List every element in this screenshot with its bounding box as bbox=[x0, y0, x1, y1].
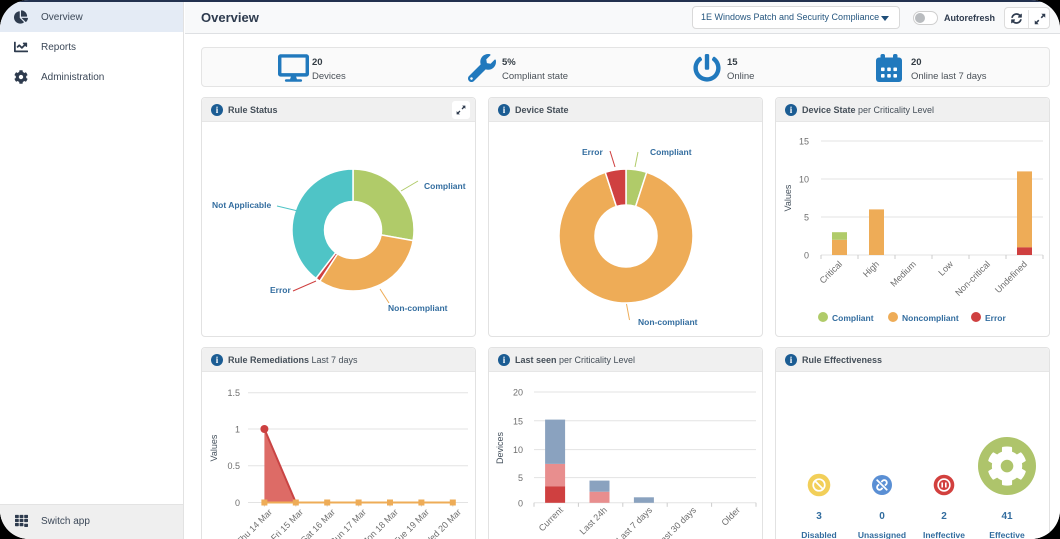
svg-text:Last 24h: Last 24h bbox=[578, 505, 609, 536]
svg-text:Error: Error bbox=[270, 285, 291, 295]
svg-text:Ineffective: Ineffective bbox=[923, 530, 965, 539]
svg-text:Values: Values bbox=[209, 434, 219, 461]
svg-text:Low: Low bbox=[936, 259, 955, 278]
svg-text:2: 2 bbox=[941, 511, 947, 522]
svg-text:Effective: Effective bbox=[989, 530, 1025, 539]
svg-text:10: 10 bbox=[513, 445, 523, 455]
svg-text:Non-critical: Non-critical bbox=[953, 259, 992, 298]
svg-text:Thu 14 Mar: Thu 14 Mar bbox=[234, 507, 274, 539]
svg-text:10: 10 bbox=[799, 175, 809, 185]
svg-text:Compliant: Compliant bbox=[424, 181, 466, 191]
svg-text:5: 5 bbox=[804, 213, 809, 223]
svg-text:Non-compliant: Non-compliant bbox=[388, 303, 448, 313]
svg-text:Last 7 days: Last 7 days bbox=[614, 505, 654, 539]
svg-text:Fri 15 Mar: Fri 15 Mar bbox=[269, 507, 305, 539]
svg-text:Last 30 days: Last 30 days bbox=[655, 505, 699, 539]
svg-text:15: 15 bbox=[799, 137, 809, 147]
svg-text:Medium: Medium bbox=[888, 259, 918, 289]
svg-text:Devices: Devices bbox=[495, 431, 505, 464]
svg-text:Not Applicable: Not Applicable bbox=[212, 200, 271, 210]
svg-text:Error: Error bbox=[985, 313, 1006, 323]
svg-text:3: 3 bbox=[816, 511, 822, 522]
svg-text:41: 41 bbox=[1001, 511, 1013, 522]
svg-text:Error: Error bbox=[582, 147, 603, 157]
svg-text:0: 0 bbox=[235, 498, 240, 508]
svg-text:Compliant: Compliant bbox=[832, 313, 874, 323]
svg-text:1: 1 bbox=[235, 425, 240, 435]
svg-text:Current: Current bbox=[537, 505, 566, 534]
svg-text:Compliant: Compliant bbox=[650, 147, 692, 157]
svg-text:Older: Older bbox=[719, 505, 742, 528]
svg-text:0: 0 bbox=[518, 498, 523, 508]
svg-text:0: 0 bbox=[879, 511, 885, 522]
svg-text:Values: Values bbox=[783, 184, 793, 211]
svg-text:5: 5 bbox=[518, 473, 523, 483]
svg-text:High: High bbox=[861, 259, 881, 279]
svg-text:1.5: 1.5 bbox=[227, 388, 240, 398]
svg-text:20: 20 bbox=[513, 388, 523, 398]
svg-text:Non-compliant: Non-compliant bbox=[638, 317, 698, 327]
svg-text:15: 15 bbox=[513, 416, 523, 426]
svg-text:0.5: 0.5 bbox=[227, 461, 240, 471]
svg-text:0: 0 bbox=[804, 251, 809, 261]
svg-text:Undefined: Undefined bbox=[993, 259, 1029, 295]
svg-text:Sat 16 Mar: Sat 16 Mar bbox=[299, 507, 337, 539]
svg-text:Unassigned: Unassigned bbox=[858, 530, 906, 539]
svg-text:Noncompliant: Noncompliant bbox=[902, 313, 959, 323]
svg-text:Critical: Critical bbox=[818, 259, 845, 286]
svg-text:Disabled: Disabled bbox=[801, 530, 836, 539]
